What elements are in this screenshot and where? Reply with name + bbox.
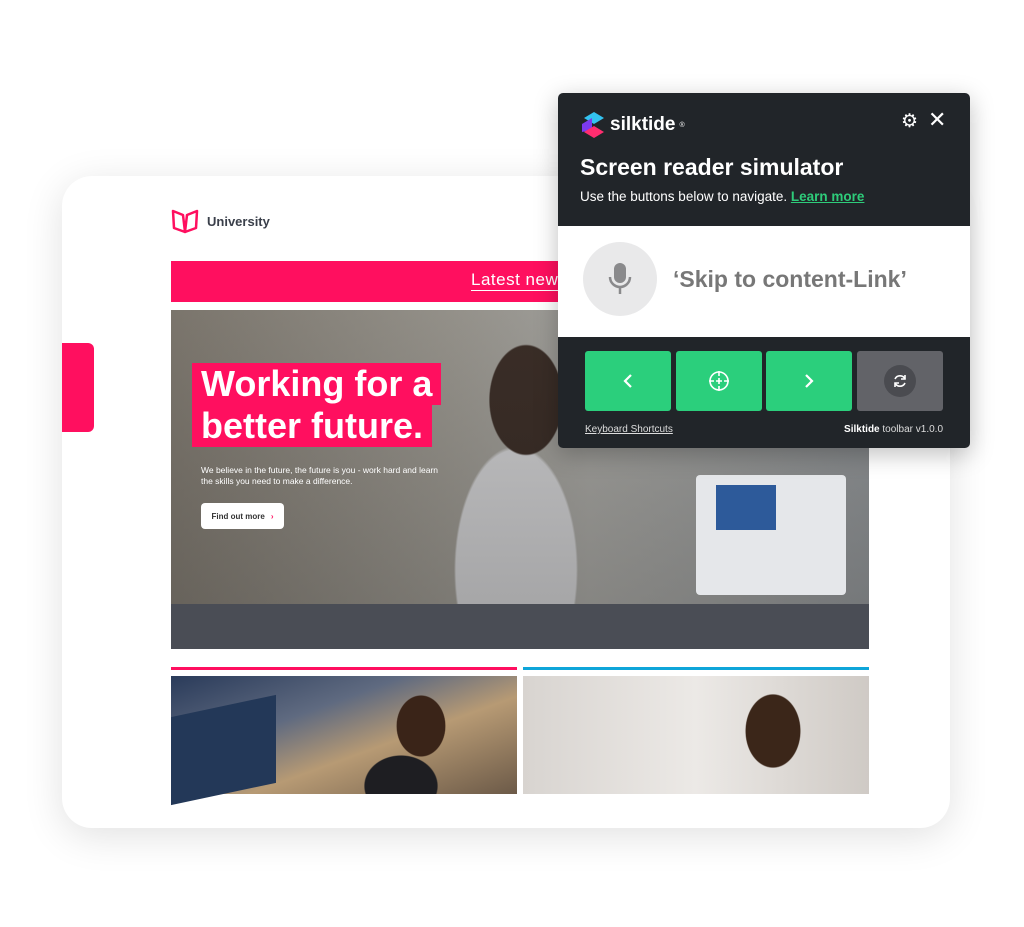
find-out-more-button[interactable]: Find out more › [201, 503, 284, 529]
chevron-right-icon [805, 374, 814, 388]
keyboard-shortcuts-link[interactable]: Keyboard Shortcuts [585, 424, 673, 435]
speech-output: ‘Skip to content-Link’ [558, 226, 970, 337]
student-portrait-image [523, 676, 869, 794]
silktide-logo: silktide ® [580, 110, 685, 140]
panel-title: Screen reader simulator [580, 154, 844, 180]
students-coding-image [171, 676, 517, 806]
next-button[interactable] [766, 351, 852, 411]
version-text: toolbar v1.0.0 [879, 424, 943, 435]
side-tab[interactable] [62, 343, 94, 432]
hero-subtext: We believe in the future, the future is … [201, 465, 439, 486]
university-logo[interactable]: University [171, 208, 270, 234]
screen-reader-panel: silktide ® ⚙ ✕ Screen reader simulator Us… [558, 93, 970, 448]
focus-button[interactable] [676, 351, 762, 411]
lab-bench [171, 604, 869, 649]
panel-description: Use the buttons below to navigate. Learn… [580, 189, 864, 204]
logo-text: University [207, 213, 270, 229]
latest-news-link[interactable]: Latest news [471, 270, 568, 291]
version-label: Silktide toolbar v1.0.0 [844, 424, 943, 435]
find-out-more-label: Find out more [211, 511, 265, 521]
gear-icon[interactable]: ⚙ [901, 112, 918, 131]
previous-button[interactable] [585, 351, 671, 411]
close-icon[interactable]: ✕ [928, 109, 946, 131]
chevron-right-icon: › [270, 511, 274, 521]
description-text: Use the buttons below to navigate. [580, 189, 788, 204]
microphone-icon [583, 242, 657, 316]
refresh-icon [884, 365, 916, 397]
version-brand: Silktide [844, 424, 880, 435]
pink-divider [171, 667, 517, 670]
silktide-mark-icon [582, 112, 604, 138]
book-icon [171, 209, 199, 234]
headline-line-2: better future. [192, 405, 433, 447]
brand-name: silktide [610, 114, 676, 135]
blue-divider [523, 667, 869, 670]
crosshair-icon [709, 371, 729, 391]
spoken-text: ‘Skip to content-Link’ [673, 266, 907, 292]
headline-line-1: Working for a [192, 363, 442, 405]
chevron-left-icon [623, 374, 632, 388]
trademark: ® [679, 121, 685, 129]
restart-button[interactable] [857, 351, 943, 411]
lab-equipment [696, 475, 846, 595]
learn-more-link[interactable]: Learn more [791, 189, 865, 204]
